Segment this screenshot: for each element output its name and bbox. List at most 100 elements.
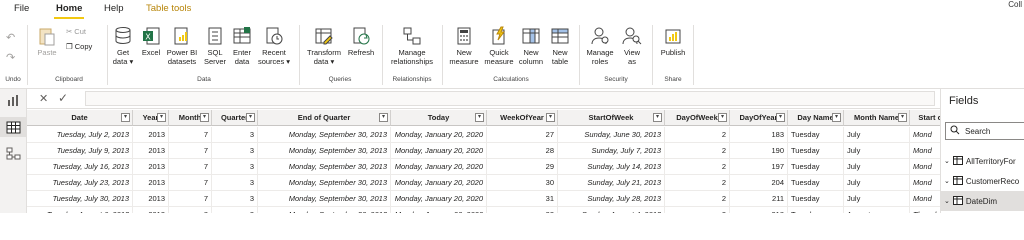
table-cell[interactable]: 2013 (133, 191, 169, 207)
manage-relationships-button[interactable]: Manage relationships (385, 24, 439, 66)
refresh-button[interactable]: Refresh (346, 24, 376, 57)
copy-button[interactable]: ❐ Copy (66, 42, 92, 51)
table-cell[interactable]: 183 (730, 127, 788, 143)
column-filter-dropdown-icon[interactable]: ▾ (379, 113, 388, 122)
column-filter-dropdown-icon[interactable]: ▾ (121, 113, 130, 122)
table-cell[interactable]: Thursday, (910, 207, 940, 213)
column-header[interactable]: Year ▾ (133, 110, 169, 126)
table-cell[interactable]: 190 (730, 143, 788, 159)
table-cell[interactable]: Tuesday (788, 127, 844, 143)
column-header[interactable]: DayOfYear ▾ (730, 110, 788, 126)
table-cell[interactable]: Monday, September 30, 2013 (258, 127, 391, 143)
table-cell[interactable]: 3 (212, 191, 258, 207)
table-cell[interactable]: Sunday, July 21, 2013 (558, 175, 665, 191)
table-cell[interactable]: 2013 (133, 175, 169, 191)
table-cell[interactable]: Mond (910, 143, 940, 159)
table-cell[interactable]: 3 (212, 159, 258, 175)
table-cell[interactable]: Mond (910, 159, 940, 175)
tab-table-tools[interactable]: Table tools (146, 3, 191, 14)
column-filter-dropdown-icon[interactable]: ▾ (546, 113, 555, 122)
table-cell[interactable]: 218 (730, 207, 788, 213)
table-cell[interactable]: 30 (487, 175, 558, 191)
table-cell[interactable]: Monday, January 20, 2020 (391, 191, 487, 207)
table-cell[interactable]: Mond (910, 127, 940, 143)
report-view-icon[interactable] (6, 94, 21, 107)
tab-help[interactable]: Help (104, 3, 124, 14)
publish-button[interactable]: Publish (657, 24, 689, 57)
cancel-icon[interactable]: ✕ (39, 92, 48, 105)
table-cell[interactable]: 2013 (133, 143, 169, 159)
view-as-button[interactable]: View as (619, 24, 645, 66)
table-cell[interactable]: 8 (169, 207, 212, 213)
fields-search-input[interactable]: Search (945, 122, 1024, 140)
column-header[interactable]: Quarter ▾ (212, 110, 258, 126)
field-table-item[interactable]: ⌄ CustomerReco (941, 171, 1024, 191)
table-cell[interactable]: July (844, 191, 910, 207)
new-column-button[interactable]: New column (517, 24, 545, 66)
table-cell[interactable]: Monday, January 20, 2020 (391, 127, 487, 143)
table-cell[interactable]: July (844, 175, 910, 191)
field-table-item-selected[interactable]: ⌄ DateDim (941, 191, 1024, 211)
table-cell[interactable]: 7 (169, 191, 212, 207)
commit-icon[interactable]: ✓ (58, 91, 68, 105)
tab-home[interactable]: Home (56, 3, 82, 14)
table-cell[interactable]: Tuesday, July 9, 2013 (27, 143, 133, 159)
column-filter-dropdown-icon[interactable]: ▾ (718, 113, 727, 122)
powerbi-datasets-button[interactable]: Power BI datasets (165, 24, 199, 66)
column-filter-dropdown-icon[interactable]: ▾ (653, 113, 662, 122)
quick-measure-button[interactable]: Quick measure (482, 24, 516, 66)
table-cell[interactable]: Monday, January 20, 2020 (391, 207, 487, 213)
table-cell[interactable]: July (844, 159, 910, 175)
table-cell[interactable]: 28 (487, 143, 558, 159)
table-cell[interactable]: Monday, September 30, 2013 (258, 207, 391, 213)
sql-server-button[interactable]: SQL Server (202, 24, 228, 66)
new-table-button[interactable]: New table (546, 24, 574, 66)
excel-button[interactable]: X Excel (139, 24, 163, 57)
table-cell[interactable]: 211 (730, 191, 788, 207)
table-cell[interactable]: Mond (910, 191, 940, 207)
table-cell[interactable]: Sunday, August 4, 2013 (558, 207, 665, 213)
field-table-item[interactable]: ⌄ AllTerritoryFor (941, 151, 1024, 171)
data-view-icon[interactable] (6, 121, 21, 134)
table-cell[interactable]: Tuesday (788, 175, 844, 191)
column-header[interactable]: Month ▾ (169, 110, 212, 126)
table-cell[interactable]: 32 (487, 207, 558, 213)
table-cell[interactable]: 2013 (133, 207, 169, 213)
table-cell[interactable]: 29 (487, 159, 558, 175)
model-view-icon[interactable] (6, 147, 21, 160)
column-filter-dropdown-icon[interactable]: ▾ (246, 113, 255, 122)
table-cell[interactable]: 2013 (133, 127, 169, 143)
table-cell[interactable]: Monday, September 30, 2013 (258, 191, 391, 207)
column-header[interactable]: DayOfWeek ▾ (665, 110, 730, 126)
column-filter-dropdown-icon[interactable]: ▾ (832, 113, 841, 122)
column-header[interactable]: End of Quarter ▾ (258, 110, 391, 126)
table-cell[interactable]: 2 (665, 207, 730, 213)
table-cell[interactable]: Sunday, June 30, 2013 (558, 127, 665, 143)
table-cell[interactable]: Sunday, July 7, 2013 (558, 143, 665, 159)
table-cell[interactable]: 2 (665, 175, 730, 191)
table-cell[interactable]: Sunday, July 28, 2013 (558, 191, 665, 207)
paste-button[interactable]: Paste (33, 24, 61, 57)
enter-data-button[interactable]: Enter data (230, 24, 254, 66)
column-filter-dropdown-icon[interactable]: ▾ (157, 113, 166, 122)
table-cell[interactable]: July (844, 127, 910, 143)
table-cell[interactable]: 3 (212, 143, 258, 159)
table-cell[interactable]: 197 (730, 159, 788, 175)
table-cell[interactable]: Tuesday (788, 159, 844, 175)
table-cell[interactable]: Tuesday, July 16, 2013 (27, 159, 133, 175)
table-cell[interactable]: 3 (212, 175, 258, 191)
table-cell[interactable]: Tuesday, August 6, 2013 (27, 207, 133, 213)
table-cell[interactable]: Monday, September 30, 2013 (258, 159, 391, 175)
table-cell[interactable]: 2 (665, 127, 730, 143)
table-cell[interactable]: 2 (665, 191, 730, 207)
table-cell[interactable]: Tuesday (788, 207, 844, 213)
table-cell[interactable]: 7 (169, 175, 212, 191)
table-cell[interactable]: July (844, 143, 910, 159)
table-cell[interactable]: 7 (169, 127, 212, 143)
table-cell[interactable]: Tuesday (788, 143, 844, 159)
table-cell[interactable]: 7 (169, 159, 212, 175)
new-measure-button[interactable]: New measure (447, 24, 481, 66)
manage-roles-button[interactable]: Manage roles (584, 24, 616, 66)
column-filter-dropdown-icon[interactable]: ▾ (200, 113, 209, 122)
column-header[interactable]: Date ▾ (27, 110, 133, 126)
